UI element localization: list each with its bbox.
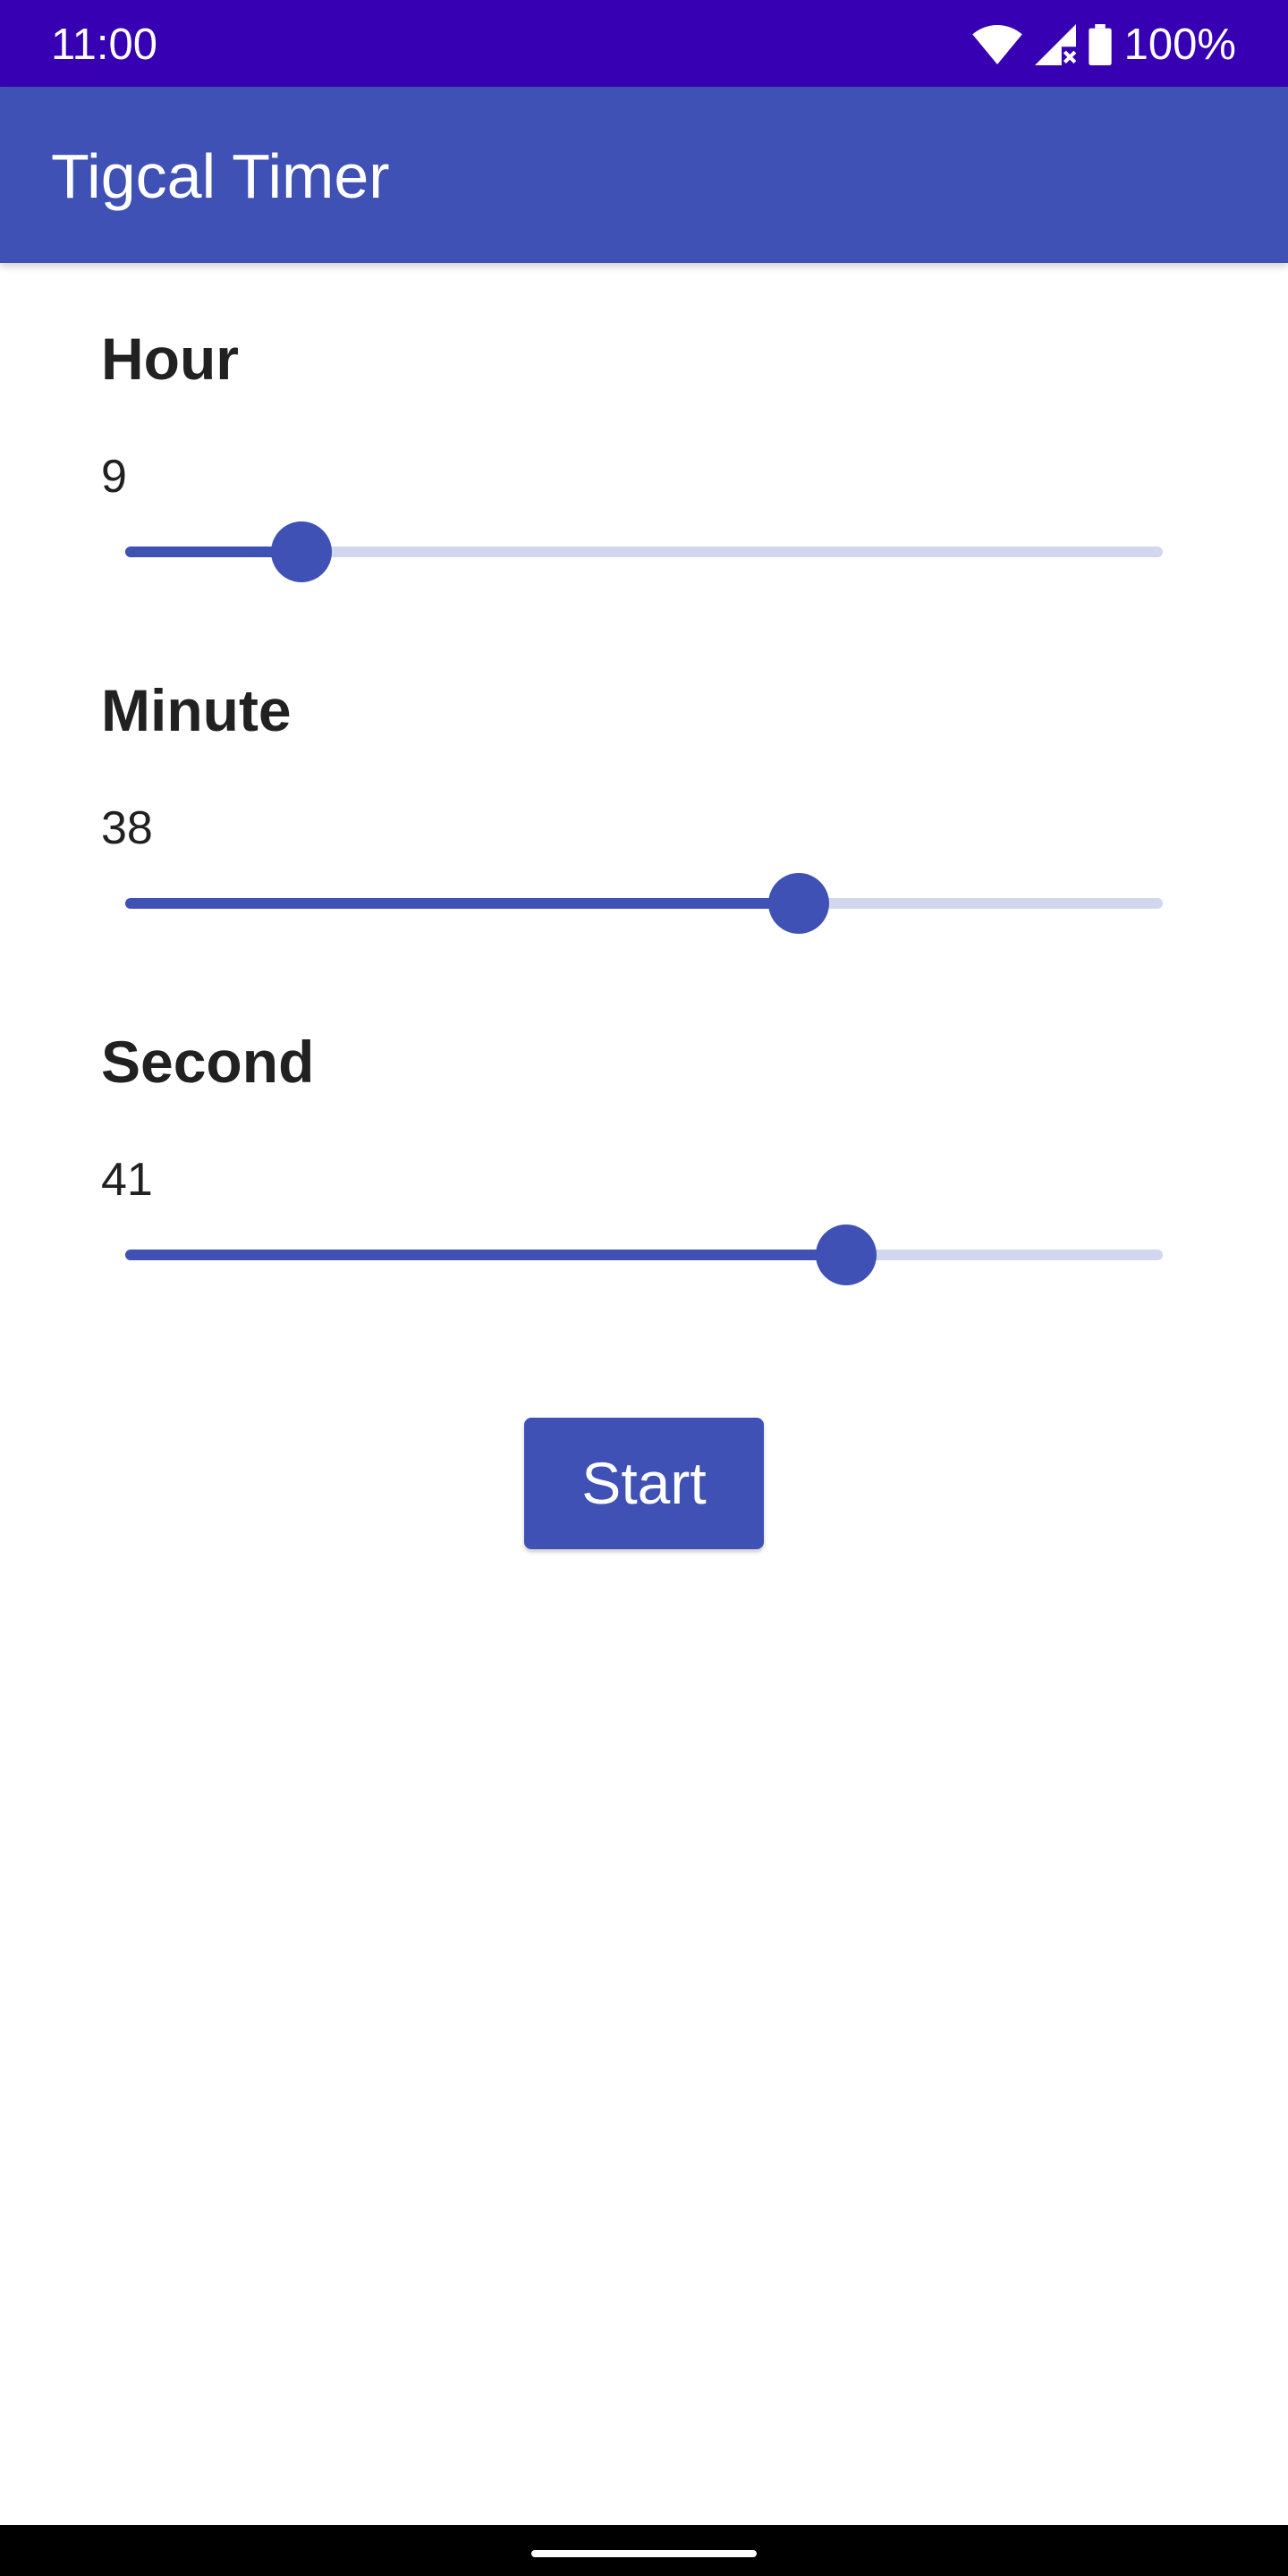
battery-icon [1089, 24, 1112, 65]
second-heading: Second [101, 1029, 315, 1095]
signal-no-data-icon [1034, 24, 1076, 65]
hour-section: Hour 9 [0, 323, 1288, 674]
slider-thumb[interactable] [768, 873, 829, 934]
app-bar: Tigcal Timer [0, 87, 1288, 263]
hour-value: 9 [101, 451, 127, 503]
minute-heading: Minute [101, 677, 292, 743]
wifi-icon [971, 25, 1022, 64]
timer-screen: 11:00 100% Tigcal Timer Hour 9 Minute 38… [0, 0, 1288, 2576]
slider-active-track [125, 898, 799, 909]
start-button[interactable]: Start [524, 1418, 764, 1549]
home-gesture-handle[interactable] [531, 2550, 757, 2557]
battery-percent: 100% [1123, 21, 1236, 69]
second-value: 41 [101, 1154, 153, 1206]
slider-active-track [125, 1250, 846, 1260]
hour-slider[interactable] [125, 516, 1163, 588]
minute-section: Minute 38 [0, 674, 1288, 1026]
hour-heading: Hour [101, 326, 239, 392]
status-bar: 11:00 100% [0, 0, 1288, 87]
slider-thumb[interactable] [271, 521, 332, 582]
status-time: 11:00 [51, 21, 157, 69]
minute-slider[interactable] [125, 868, 1163, 939]
second-slider[interactable] [125, 1219, 1163, 1291]
second-section: Second 41 [0, 1026, 1288, 1377]
app-title: Tigcal Timer [51, 141, 390, 211]
slider-thumb[interactable] [816, 1224, 877, 1285]
navigation-bar [0, 2525, 1288, 2576]
status-icons: 100% [971, 20, 1236, 70]
minute-value: 38 [101, 802, 153, 854]
